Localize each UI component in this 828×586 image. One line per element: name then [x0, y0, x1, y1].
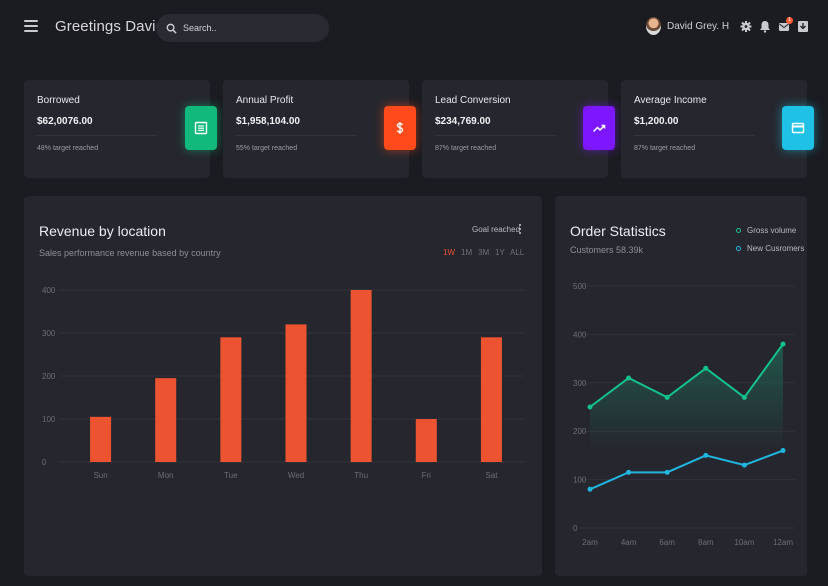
x-tick-label: Tue [224, 471, 238, 480]
revenue-bar-chart: 0 100 200 300 400 Sun Mon Tue Wed Thu Fri Sat [42, 286, 524, 480]
card-value: $1,958,104.00 [236, 116, 300, 127]
user-menu[interactable]: David Grey. H [646, 17, 729, 35]
card-subtext: 55% target reached [236, 145, 298, 152]
data-point [664, 469, 670, 475]
top-bar: Greetings David! David Grey. H 1 [0, 0, 828, 56]
y-tick-label: 0 [573, 524, 578, 533]
y-tick-label: 100 [42, 415, 56, 424]
card-title: Average Income [634, 95, 707, 106]
series-line [589, 449, 784, 491]
y-tick-label: 400 [573, 330, 587, 339]
data-point [780, 448, 786, 454]
x-tick-label: 6am [659, 538, 675, 547]
stat-card-annual-profit: Annual Profit $1,958,104.00 55% target r… [223, 80, 416, 178]
data-point [587, 404, 593, 410]
x-tick-label: 8am [698, 538, 714, 547]
x-tick-label: Mon [158, 471, 174, 480]
x-tick-label: 10am [734, 538, 754, 547]
bar [90, 416, 112, 462]
list-icon [185, 106, 217, 150]
y-tick-label: 300 [573, 379, 587, 388]
card-subtext: 87% target reached [435, 145, 497, 152]
order-statistics-line-chart: 0 100 200 300 400 500 2am 4am 6am 8am 10am 12am [573, 282, 795, 547]
card-value: $234,769.00 [435, 116, 491, 127]
bar [285, 324, 307, 462]
greeting-title: Greetings David! [55, 18, 169, 35]
x-tick-label: 12am [773, 538, 793, 547]
trending-up-icon [583, 106, 615, 150]
stat-card-average-income: Average Income $1,200.00 87% target reac… [621, 80, 814, 178]
card-value: $62,0076.00 [37, 116, 93, 127]
search-input[interactable] [183, 23, 313, 33]
card-title: Borrowed [37, 95, 80, 106]
data-point [741, 462, 747, 468]
divider [634, 135, 754, 136]
card-title: Lead Conversion [435, 95, 511, 106]
data-point [703, 365, 709, 371]
card-icon [782, 106, 814, 150]
data-point [780, 341, 786, 347]
x-tick-label: Fri [422, 471, 432, 480]
notification-badge: 1 [786, 17, 793, 24]
data-point [587, 486, 593, 492]
data-point [626, 469, 632, 475]
y-tick-label: 200 [42, 372, 56, 381]
menu-icon[interactable] [24, 20, 38, 34]
y-tick-label: 500 [573, 282, 587, 291]
x-tick-label: Sat [485, 471, 498, 480]
stat-card-borrowed: Borrowed $62,0076.00 48% target reached [24, 80, 217, 178]
divider [435, 135, 555, 136]
avatar [646, 17, 661, 35]
dollar-icon [384, 106, 416, 150]
data-point [741, 394, 747, 400]
data-point [626, 375, 632, 381]
card-subtext: 48% target reached [37, 145, 99, 152]
y-tick-label: 100 [573, 476, 587, 485]
y-tick-label: 300 [42, 329, 56, 338]
data-point [664, 394, 670, 400]
divider [37, 135, 157, 136]
download-icon[interactable] [797, 20, 809, 33]
card-title: Annual Profit [236, 95, 294, 106]
search-bar[interactable] [156, 14, 329, 42]
bell-icon[interactable] [759, 20, 771, 33]
data-point [703, 452, 709, 458]
card-value: $1,200.00 [634, 116, 679, 127]
card-subtext: 87% target reached [634, 145, 696, 152]
bar [480, 337, 502, 462]
x-tick-label: Thu [354, 471, 368, 480]
gear-icon[interactable] [740, 20, 752, 33]
series-area [590, 344, 783, 451]
y-tick-label: 400 [42, 286, 56, 295]
x-tick-label: Wed [288, 471, 304, 480]
search-icon [166, 23, 177, 34]
x-tick-label: 4am [621, 538, 637, 547]
bar [415, 419, 437, 462]
stat-card-lead-conversion: Lead Conversion $234,769.00 87% target r… [422, 80, 615, 178]
user-name: David Grey. H [667, 20, 730, 32]
x-tick-label: 2am [582, 538, 598, 547]
divider [236, 135, 356, 136]
bar [220, 337, 242, 462]
bar [155, 378, 177, 462]
x-tick-label: Sun [93, 471, 107, 480]
y-tick-label: 200 [573, 427, 587, 436]
y-tick-label: 0 [42, 458, 47, 467]
bar [350, 290, 372, 462]
